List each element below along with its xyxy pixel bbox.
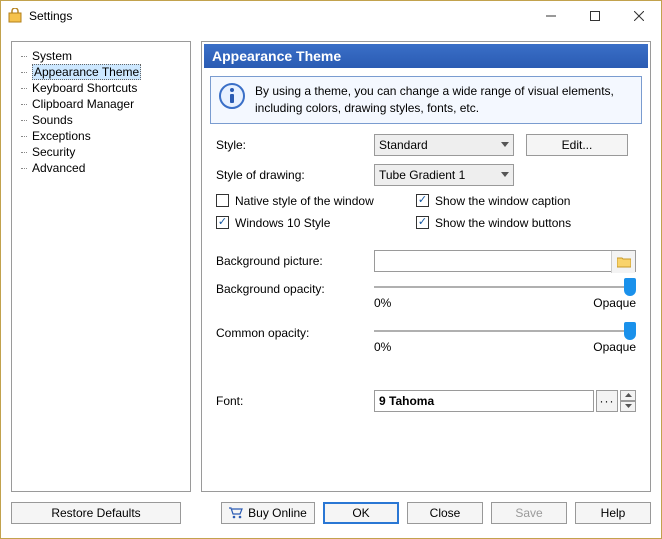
sidebar-item-advanced[interactable]: Advanced bbox=[14, 160, 188, 176]
drawing-label: Style of drawing: bbox=[216, 168, 374, 182]
sidebar-item-system[interactable]: System bbox=[14, 48, 188, 64]
sidebar-item-exceptions[interactable]: Exceptions bbox=[14, 128, 188, 144]
sidebar: System Appearance Theme Keyboard Shortcu… bbox=[11, 41, 191, 492]
ellipsis-icon: ··· bbox=[600, 394, 615, 408]
font-browse-button[interactable]: ··· bbox=[596, 390, 618, 412]
ok-button[interactable]: OK bbox=[323, 502, 399, 524]
show-caption-checkbox[interactable]: ✓Show the window caption bbox=[416, 194, 570, 208]
sidebar-item-clipboard[interactable]: Clipboard Manager bbox=[14, 96, 188, 112]
bgpic-input[interactable] bbox=[375, 251, 611, 271]
sidebar-item-appearance[interactable]: Appearance Theme bbox=[14, 64, 188, 80]
drawing-select[interactable]: Tube Gradient 1 bbox=[374, 164, 514, 186]
browse-button[interactable] bbox=[611, 251, 635, 273]
slider-thumb[interactable] bbox=[624, 278, 636, 296]
help-button[interactable]: Help bbox=[575, 502, 651, 524]
bgopacity-slider[interactable] bbox=[374, 280, 636, 294]
folder-icon bbox=[617, 256, 631, 268]
chevron-down-icon bbox=[501, 142, 509, 147]
titlebar: Settings bbox=[1, 1, 661, 31]
info-box: By using a theme, you can change a wide … bbox=[210, 76, 642, 124]
common-opacity-slider[interactable] bbox=[374, 324, 636, 338]
native-style-checkbox[interactable]: Native style of the window bbox=[216, 194, 416, 208]
app-icon bbox=[7, 8, 23, 24]
common-opacity-label: Common opacity: bbox=[216, 324, 374, 340]
slider-thumb[interactable] bbox=[624, 322, 636, 340]
maximize-button[interactable] bbox=[573, 1, 617, 31]
bgpic-label: Background picture: bbox=[216, 254, 374, 268]
window-title: Settings bbox=[29, 9, 529, 23]
edit-button[interactable]: Edit... bbox=[526, 134, 628, 156]
close-dialog-button[interactable]: Close bbox=[407, 502, 483, 524]
show-buttons-checkbox[interactable]: ✓Show the window buttons bbox=[416, 216, 571, 230]
section-header: Appearance Theme bbox=[204, 44, 648, 68]
sidebar-item-sounds[interactable]: Sounds bbox=[14, 112, 188, 128]
win10-style-checkbox[interactable]: ✓Windows 10 Style bbox=[216, 216, 416, 230]
info-icon bbox=[219, 83, 245, 109]
spin-down[interactable] bbox=[620, 401, 636, 412]
bgopacity-label: Background opacity: bbox=[216, 280, 374, 296]
sidebar-item-keyboard[interactable]: Keyboard Shortcuts bbox=[14, 80, 188, 96]
restore-defaults-button[interactable]: Restore Defaults bbox=[11, 502, 181, 524]
info-text: By using a theme, you can change a wide … bbox=[255, 83, 633, 117]
cart-icon bbox=[229, 507, 243, 519]
content-panel: Appearance Theme By using a theme, you c… bbox=[201, 41, 651, 492]
font-spinner[interactable] bbox=[620, 390, 636, 412]
font-field[interactable]: 9 Tahoma bbox=[374, 390, 594, 412]
save-button: Save bbox=[491, 502, 567, 524]
font-label: Font: bbox=[216, 394, 374, 408]
sidebar-item-security[interactable]: Security bbox=[14, 144, 188, 160]
style-select[interactable]: Standard bbox=[374, 134, 514, 156]
close-button[interactable] bbox=[617, 1, 661, 31]
bgpic-field[interactable] bbox=[374, 250, 636, 272]
buy-online-button[interactable]: Buy Online bbox=[221, 502, 315, 524]
chevron-down-icon bbox=[501, 172, 509, 177]
style-label: Style: bbox=[216, 138, 374, 152]
spin-up[interactable] bbox=[620, 390, 636, 401]
minimize-button[interactable] bbox=[529, 1, 573, 31]
